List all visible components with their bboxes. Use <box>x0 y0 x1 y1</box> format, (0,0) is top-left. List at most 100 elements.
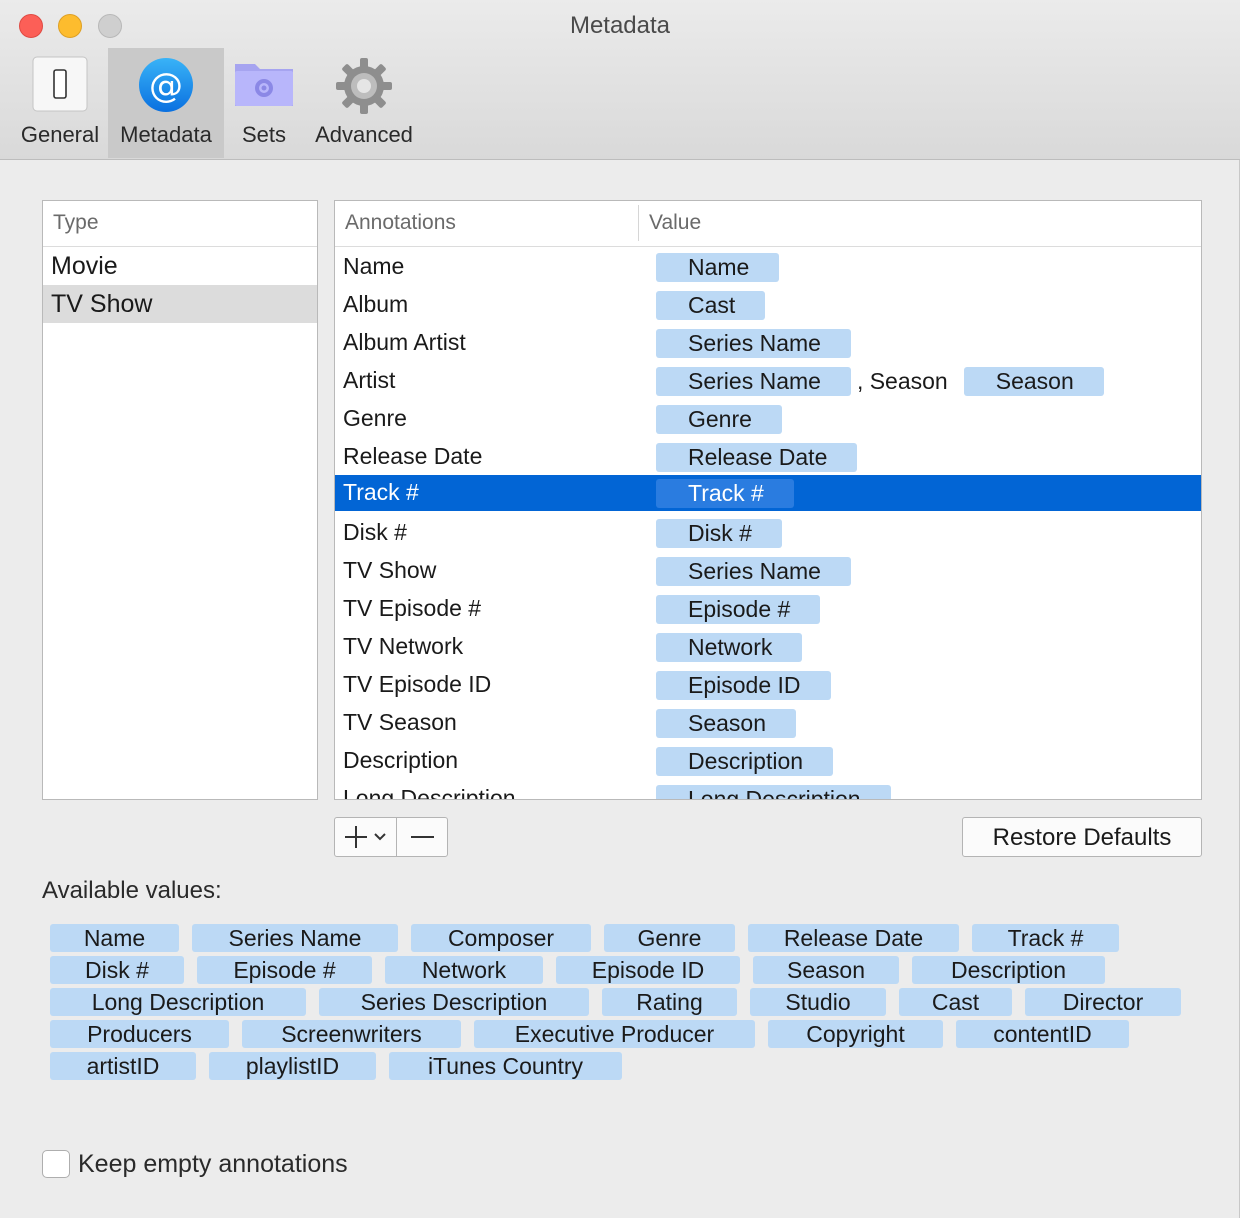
table-row[interactable]: TV Show Series Name <box>335 553 1201 589</box>
annotation-value[interactable]: Episode ID <box>656 671 831 701</box>
available-token[interactable]: contentID <box>956 1020 1129 1048</box>
annotation-value[interactable]: Cast <box>656 291 766 321</box>
available-token[interactable]: Series Description <box>319 988 589 1016</box>
table-row[interactable]: Description Description <box>335 743 1201 779</box>
table-row[interactable]: TV Network Network <box>335 629 1201 665</box>
available-token[interactable]: Studio <box>750 988 886 1016</box>
value-token[interactable]: Cast <box>656 291 766 320</box>
value-token[interactable]: Description <box>656 747 834 776</box>
available-token[interactable]: Series Name <box>192 924 398 952</box>
available-token[interactable]: Name <box>50 924 179 952</box>
value-token[interactable]: Series Name <box>656 329 851 358</box>
window-title: Metadata <box>569 12 671 39</box>
available-token[interactable]: Composer <box>411 924 591 952</box>
annotation-value[interactable]: Network <box>656 633 803 663</box>
remove-button[interactable] <box>398 818 447 856</box>
table-row[interactable]: Release Date Release Date <box>335 439 1201 475</box>
annotation-value[interactable]: Series Name, Season Season <box>656 367 1104 397</box>
value-token[interactable]: Season <box>963 367 1104 396</box>
annotation-value[interactable]: Track # <box>656 479 794 509</box>
value-token[interactable]: Series Name <box>656 557 851 586</box>
annotation-name: Description <box>343 747 459 773</box>
restore-defaults-button[interactable]: Restore Defaults <box>962 817 1202 857</box>
value-token[interactable]: Series Name <box>656 367 851 396</box>
annotation-value[interactable]: Series Name <box>656 557 851 587</box>
annotation-value[interactable]: Name <box>656 253 780 283</box>
annotation-value[interactable]: Release Date <box>656 443 858 473</box>
available-token[interactable]: Executive Producer <box>474 1020 755 1048</box>
table-row[interactable]: TV Season Season <box>335 705 1201 741</box>
available-token[interactable]: Disk # <box>50 956 184 984</box>
annotations-table[interactable]: Annotations Value Name Name Album Cast A… <box>334 200 1202 800</box>
value-token[interactable]: Network <box>656 633 803 662</box>
table-row[interactable]: Artist Series Name, Season Season <box>335 363 1201 399</box>
available-token[interactable]: Network <box>385 956 543 984</box>
value-token[interactable]: Episode ID <box>656 671 831 700</box>
tab-advanced[interactable]: Advanced <box>304 48 424 158</box>
type-row-tv-show[interactable]: TV Show <box>43 285 317 323</box>
value-token[interactable]: Name <box>656 253 780 282</box>
value-token[interactable]: Disk # <box>656 519 782 548</box>
available-token[interactable]: iTunes Country <box>389 1052 622 1080</box>
value-token[interactable]: Genre <box>656 405 782 434</box>
tab-metadata[interactable]: @ Metadata <box>108 48 224 158</box>
available-token[interactable]: Cast <box>899 988 1012 1016</box>
available-token[interactable]: Release Date <box>748 924 959 952</box>
keep-empty-label[interactable]: Keep empty annotations <box>78 1150 348 1179</box>
svg-text:@: @ <box>149 66 183 106</box>
table-row-selected[interactable]: Track # Track # <box>335 475 1201 511</box>
available-token[interactable]: Long Description <box>50 988 306 1016</box>
type-row-movie[interactable]: Movie <box>43 247 317 285</box>
annotation-value[interactable]: Series Name <box>656 329 851 359</box>
available-token[interactable]: Director <box>1025 988 1181 1016</box>
annotation-value[interactable]: Disk # <box>656 519 782 549</box>
annotations-column-header[interactable]: Annotations <box>345 201 456 245</box>
available-token[interactable]: Episode # <box>197 956 372 984</box>
tab-metadata-label: Metadata <box>120 122 212 147</box>
value-token[interactable]: Season <box>656 709 797 738</box>
table-row[interactable]: TV Episode # Episode # <box>335 591 1201 627</box>
table-row[interactable]: Disk # Disk # <box>335 515 1201 551</box>
value-token[interactable]: Long Description <box>656 785 891 799</box>
tab-advanced-label: Advanced <box>315 122 413 147</box>
keep-empty-checkbox[interactable] <box>42 1150 70 1178</box>
value-token[interactable]: Episode # <box>656 595 821 624</box>
available-token[interactable]: artistID <box>50 1052 196 1080</box>
annotation-value[interactable]: Description <box>656 747 834 777</box>
switch-icon <box>32 56 88 117</box>
available-token[interactable]: Screenwriters <box>242 1020 461 1048</box>
annotation-name: TV Show <box>343 557 437 583</box>
annotation-value[interactable]: Season <box>656 709 797 739</box>
table-row[interactable]: Album Cast <box>335 287 1201 323</box>
table-row[interactable]: Name Name <box>335 249 1201 285</box>
available-token[interactable]: Rating <box>602 988 737 1016</box>
available-token[interactable]: playlistID <box>209 1052 376 1080</box>
annotation-value[interactable]: Long Description <box>656 785 891 799</box>
type-list[interactable]: Type Movie TV Show <box>42 200 318 800</box>
available-token[interactable]: Description <box>912 956 1105 984</box>
tab-general[interactable]: General <box>14 48 106 158</box>
available-token[interactable]: Episode ID <box>556 956 740 984</box>
value-separator-text[interactable]: , Season <box>857 367 948 396</box>
annotation-value[interactable]: Genre <box>656 405 782 435</box>
available-token[interactable]: Track # <box>972 924 1119 952</box>
available-token[interactable]: Copyright <box>768 1020 943 1048</box>
table-row[interactable]: TV Episode ID Episode ID <box>335 667 1201 703</box>
value-token[interactable]: Track # <box>656 479 794 508</box>
tab-general-label: General <box>20 122 100 147</box>
available-token[interactable]: Producers <box>50 1020 229 1048</box>
table-row[interactable]: Album Artist Series Name <box>335 325 1201 361</box>
value-column-header[interactable]: Value <box>649 201 701 245</box>
add-button[interactable] <box>335 818 397 856</box>
table-row[interactable]: Genre Genre <box>335 401 1201 437</box>
tab-sets[interactable]: Sets <box>226 48 302 158</box>
value-token[interactable]: Release Date <box>656 443 858 472</box>
column-divider[interactable] <box>638 205 639 241</box>
available-token[interactable]: Season <box>753 956 899 984</box>
type-column-header[interactable]: Type <box>43 201 317 247</box>
annotation-value[interactable]: Episode # <box>656 595 821 625</box>
preferences-window: Metadata General @ Metadata Sets Advance… <box>0 0 1240 1218</box>
table-row[interactable]: Long Description Long Description <box>335 781 1201 799</box>
annotation-name: Track # <box>343 479 419 505</box>
available-token[interactable]: Genre <box>604 924 735 952</box>
